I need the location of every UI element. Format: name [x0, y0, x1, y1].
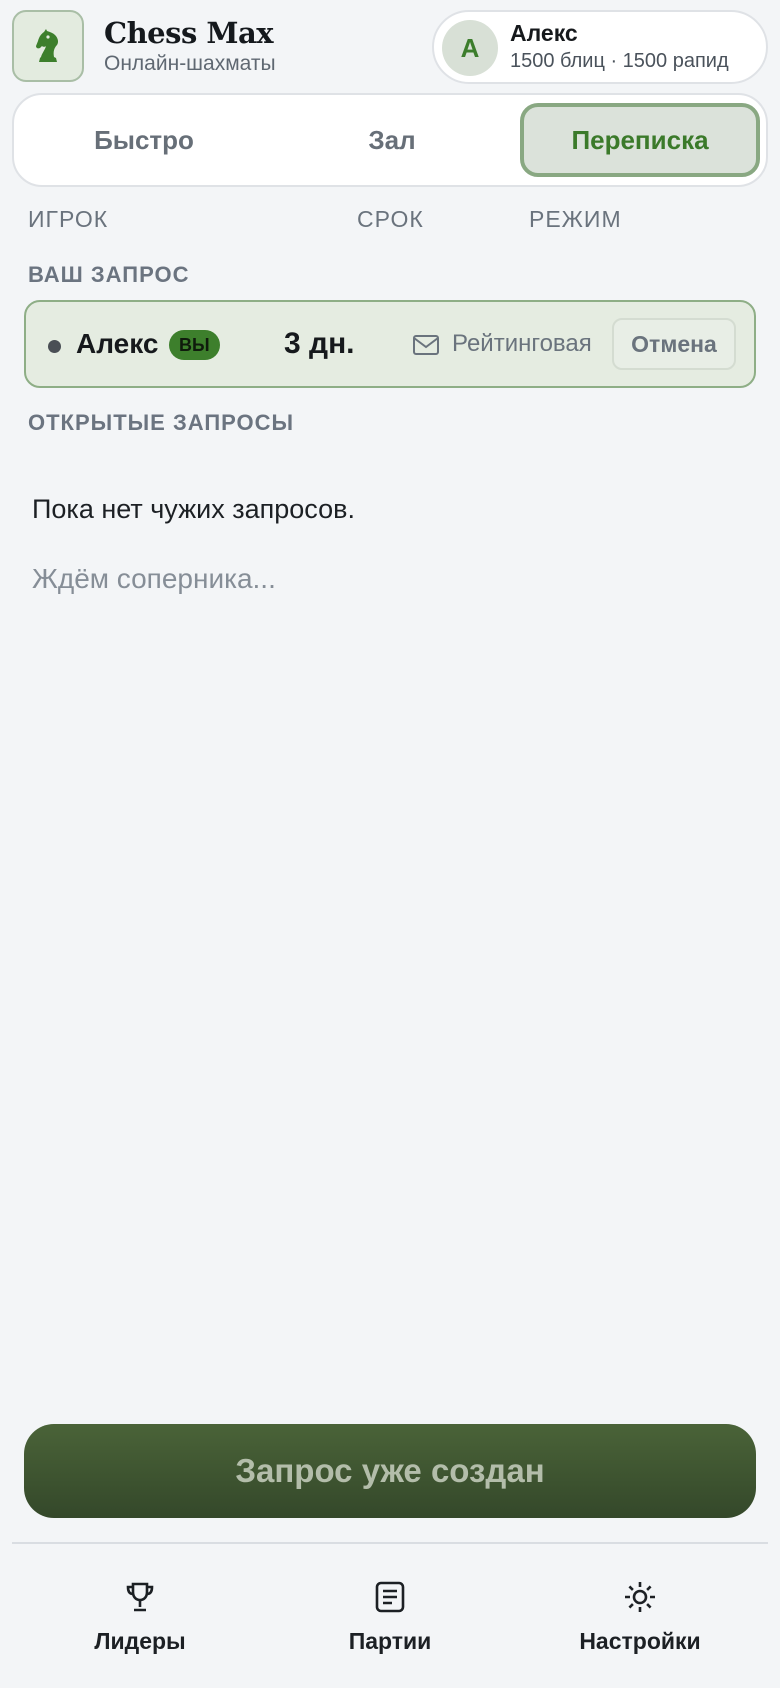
nav-games[interactable]: Партии: [280, 1580, 500, 1655]
mode-tabs: Быстро Зал Переписка: [12, 93, 768, 187]
open-requests-title: ОТКРЫТЫЕ ЗАПРОСЫ: [28, 410, 295, 435]
nav-games-label: Партии: [348, 1628, 432, 1654]
tab-correspondence[interactable]: Переписка: [520, 103, 760, 177]
request-term: 3 дн.: [284, 327, 355, 360]
list-icon: [375, 1581, 405, 1613]
profile-card[interactable]: А Алекс 1500 блиц · 1500 рапид: [432, 10, 768, 84]
request-mode: Рейтинговая: [452, 330, 592, 357]
avatar: А: [442, 20, 498, 76]
waiting-text: Ждём соперника...: [32, 563, 276, 594]
mail-icon: [413, 335, 439, 355]
tab-quick[interactable]: Быстро: [24, 103, 264, 177]
column-header-mode: РЕЖИМ: [529, 206, 622, 232]
nav-leaders[interactable]: Лидеры: [30, 1580, 250, 1655]
empty-requests-text: Пока нет чужих запросов.: [32, 494, 355, 524]
nav-settings[interactable]: Настройки: [530, 1580, 750, 1655]
create-request-button[interactable]: Запрос уже создан: [24, 1424, 756, 1518]
app-subtitle: Онлайн-шахматы: [104, 52, 276, 75]
app-logo: [12, 10, 84, 82]
tab-hall[interactable]: Зал: [272, 103, 512, 177]
nav-leaders-label: Лидеры: [94, 1628, 186, 1654]
column-header-term: СРОК: [357, 206, 424, 232]
your-request-title: ВАШ ЗАПРОС: [28, 262, 190, 287]
sun-icon: [625, 1582, 655, 1612]
column-header-player: ИГРОК: [28, 206, 109, 232]
nav-divider: [12, 1542, 768, 1544]
knight-icon: [36, 29, 59, 62]
nav-settings-label: Настройки: [579, 1628, 701, 1654]
status-dot: [48, 340, 61, 353]
you-badge: ВЫ: [169, 330, 220, 360]
profile-name: Алекс: [510, 20, 578, 46]
profile-rating: 1500 блиц · 1500 рапид: [510, 50, 729, 72]
your-request-row: Алекс ВЫ 3 дн. Рейтинговая Отмена: [24, 300, 756, 388]
request-player-name: Алекс: [76, 328, 159, 359]
app-header: Chess Max Онлайн-шахматы А Алекс 1500 бл…: [12, 10, 768, 84]
app-title: Chess Max: [104, 16, 274, 50]
cancel-button[interactable]: Отмена: [612, 318, 736, 370]
trophy-icon: [126, 1582, 154, 1612]
